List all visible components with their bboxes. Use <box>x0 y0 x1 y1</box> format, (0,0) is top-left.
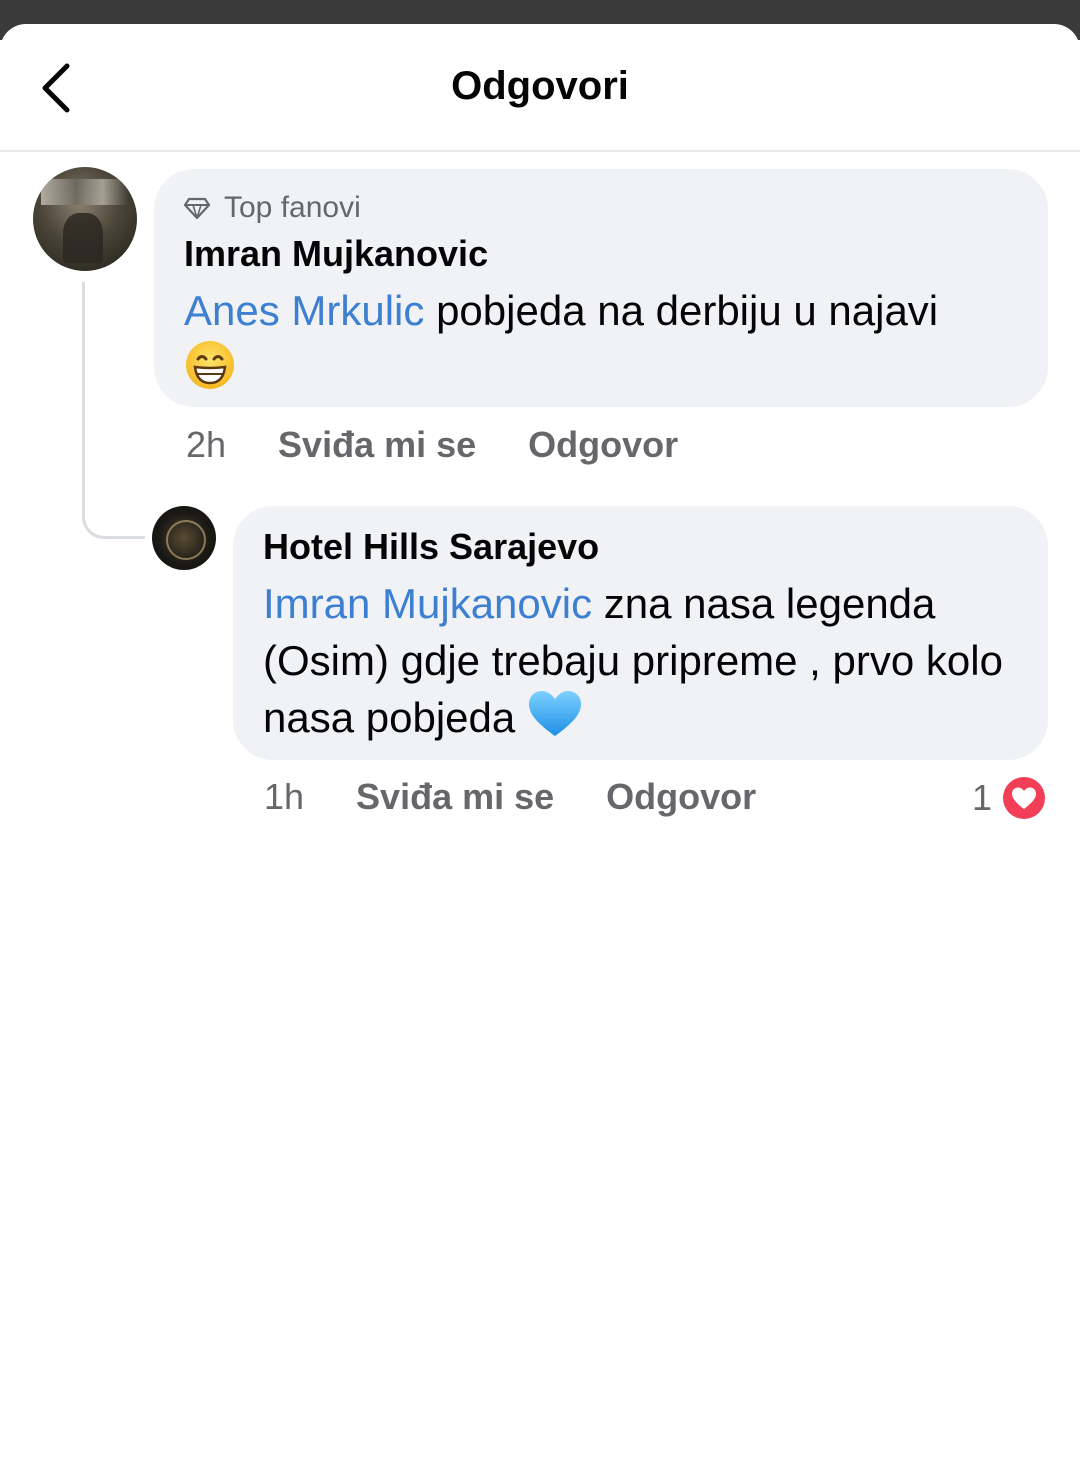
reply-button[interactable]: Odgovor <box>528 424 678 466</box>
page-title: Odgovori <box>451 64 629 108</box>
reaction-count: 1 <box>972 777 993 818</box>
avatar[interactable] <box>152 506 216 570</box>
reply-button[interactable]: Odgovor <box>606 776 756 818</box>
timestamp[interactable]: 2h <box>186 424 226 466</box>
timestamp[interactable]: 1h <box>264 776 304 818</box>
mention-link[interactable]: Anes Mrkulic <box>184 287 424 334</box>
comment-author[interactable]: Imran Mujkanovic <box>184 233 488 275</box>
diamond-icon <box>184 197 210 219</box>
like-button[interactable]: Sviđa mi se <box>278 424 476 466</box>
avatar[interactable] <box>33 167 137 271</box>
badge-label: Top fanovi <box>224 191 361 224</box>
comment-text: Anes Mrkulic pobjeda na derbiju u najavi <box>184 282 1024 405</box>
grinning-face-emoji <box>184 339 236 405</box>
comment-text: Imran Mujkanovic zna nasa legenda (Osim)… <box>263 575 1033 753</box>
reaction-summary[interactable]: 1 <box>972 776 1046 820</box>
comment-body: pobjeda na derbiju u najavi <box>424 287 939 334</box>
like-button[interactable]: Sviđa mi se <box>356 776 554 818</box>
header: Odgovori <box>0 24 1080 152</box>
comment-author[interactable]: Hotel Hills Sarajevo <box>263 526 599 568</box>
comment-actions: 2h Sviđa mi se Odgovor <box>186 424 730 466</box>
replies-sheet: Odgovori Top fanovi Imran Mujkanovic Ane… <box>0 24 1080 1459</box>
comment-bubble[interactable]: Top fanovi Imran Mujkanovic Anes Mrkulic… <box>154 169 1048 407</box>
reply-bubble[interactable]: Hotel Hills Sarajevo Imran Mujkanovic zn… <box>233 506 1048 760</box>
thread-connector <box>82 282 145 539</box>
love-reaction-icon <box>1003 777 1046 819</box>
top-fan-badge: Top fanovi <box>184 191 361 225</box>
comment-actions: 1h Sviđa mi se Odgovor <box>264 776 808 818</box>
mention-link[interactable]: Imran Mujkanovic <box>263 580 592 627</box>
blue-heart-emoji <box>527 689 583 753</box>
